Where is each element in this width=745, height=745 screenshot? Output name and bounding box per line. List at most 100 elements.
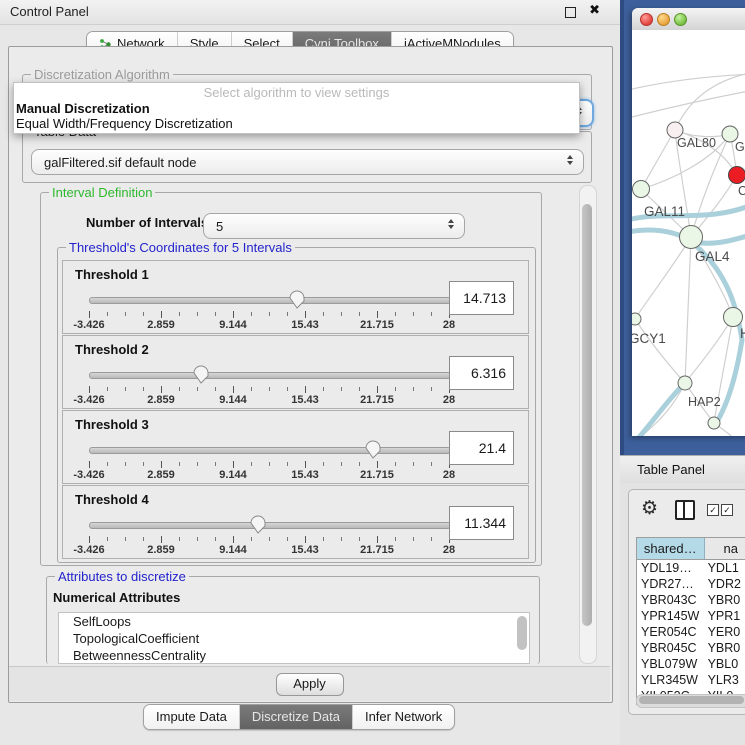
tick-mark [107, 312, 108, 316]
slider-scale: -3.4262.8599.14415.4321.71528 [89, 544, 449, 556]
cell-shared-name[interactable]: YDL19… [637, 560, 704, 576]
tick-mark [359, 462, 360, 466]
table-row[interactable]: YER054CYER0 [637, 624, 745, 640]
column-header-shared-name[interactable]: shared… [637, 538, 705, 559]
cell-shared-name[interactable]: YBL079W [637, 656, 704, 672]
slider-track[interactable] [89, 447, 451, 454]
cell-shared-name[interactable]: YLR345W [637, 672, 704, 688]
slider-thumb[interactable] [250, 515, 266, 534]
attribute-list-item[interactable]: SelfLoops [59, 613, 529, 630]
apply-button[interactable]: Apply [276, 673, 344, 696]
table-row[interactable]: YBR043CYBR0 [637, 592, 745, 608]
tab-discretize-data[interactable]: Discretize Data [239, 705, 352, 729]
checkbox-icon-1[interactable]: ✓ [707, 504, 719, 516]
cell-name[interactable]: YBL0 [704, 656, 745, 672]
numerical-attributes-list[interactable]: SelfLoopsTopologicalCoefficientBetweenne… [58, 612, 530, 664]
table-row[interactable]: YPR145WYPR1 [637, 608, 745, 624]
network-window-titlebar[interactable] [632, 8, 745, 31]
threshold-4-value-field[interactable]: 11.344 [449, 506, 514, 540]
dropdown-option-equal-width[interactable]: Equal Width/Frequency Discretization [14, 116, 579, 131]
node-right-h[interactable] [724, 308, 743, 327]
threshold-2-value-field[interactable]: 6.316 [449, 356, 514, 390]
table-row[interactable]: YDR27…YDR2 [637, 576, 745, 592]
tick-mark [197, 312, 198, 316]
cell-shared-name[interactable]: YER054C [637, 624, 704, 640]
tick-mark [251, 312, 252, 316]
table-row[interactable]: YBL079WYBL0 [637, 656, 745, 672]
checkbox-icon-2[interactable]: ✓ [721, 504, 733, 516]
slider-track[interactable] [89, 297, 451, 304]
cell-name[interactable]: YPR1 [704, 608, 745, 624]
node-bottom[interactable] [708, 417, 720, 429]
slider-thumb[interactable] [289, 290, 305, 309]
node-hap2[interactable] [678, 376, 692, 390]
minimize-traffic-light[interactable] [657, 13, 670, 26]
threshold-4-slider[interactable] [89, 514, 449, 536]
tick-mark [89, 461, 90, 468]
dropdown-hint-item: Select algorithm to view settings [14, 83, 579, 101]
slider-track[interactable] [89, 522, 451, 529]
attribute-list-item[interactable]: BetweennessCentrality [59, 647, 529, 664]
panel-title: Control Panel [10, 4, 89, 19]
table-row[interactable]: YBR045CYBR0 [637, 640, 745, 656]
threshold-3-value-field[interactable]: 21.4 [449, 431, 514, 465]
cell-name[interactable]: YLR3 [704, 672, 745, 688]
close-icon[interactable]: ✖ [589, 3, 600, 18]
tick-mark [107, 387, 108, 391]
number-of-intervals-spinner[interactable]: 5 [203, 213, 465, 239]
column-header-name[interactable]: na [705, 538, 745, 559]
threshold-1-slider[interactable] [89, 289, 449, 311]
gear-icon[interactable]: ⚙ [641, 497, 658, 519]
columns-icon[interactable] [675, 500, 695, 520]
tab-infer-network[interactable]: Infer Network [352, 705, 454, 729]
cell-shared-name[interactable]: YBR045C [637, 640, 704, 656]
dropdown-option-manual[interactable]: Manual Discretization [14, 101, 579, 116]
cell-name[interactable]: YDR2 [704, 576, 745, 592]
network-canvas[interactable]: GAL80 GA C GAL11 GAL4 GCY1 H HAP2 [632, 30, 745, 436]
list-scrollbar-thumb[interactable] [517, 616, 527, 650]
tick-mark [143, 387, 144, 391]
zoom-traffic-light[interactable] [674, 13, 687, 26]
table-data-combobox[interactable]: galFiltered.sif default node [31, 149, 584, 175]
settings-vertical-scrollbar[interactable] [579, 185, 597, 664]
table-row[interactable]: YDL19…YDL1 [637, 560, 745, 576]
tick-mark [233, 311, 234, 318]
bottom-tab-bar: Impute Data Discretize Data Infer Networ… [143, 704, 455, 730]
slider-track[interactable] [89, 372, 451, 379]
table-row[interactable]: YLR345WYLR3 [637, 672, 745, 688]
cell-shared-name[interactable]: YPR145W [637, 608, 704, 624]
slider-ticks [89, 311, 449, 319]
network-nodes[interactable] [632, 122, 745, 429]
tick-mark [359, 537, 360, 541]
cell-name[interactable]: YDL1 [704, 560, 745, 576]
table-horizontal-scrollbar[interactable] [636, 694, 745, 708]
node-red-selected[interactable] [729, 167, 745, 184]
cell-name[interactable]: YBR0 [704, 640, 745, 656]
cell-name[interactable]: YER0 [704, 624, 745, 640]
float-window-icon[interactable] [565, 7, 576, 18]
tick-mark [305, 536, 306, 543]
tick-mark [287, 312, 288, 316]
threshold-1-value-field[interactable]: 14.713 [449, 281, 514, 315]
node-gal11[interactable] [633, 181, 650, 198]
slider-thumb[interactable] [365, 440, 381, 459]
scrollbar-thumb[interactable] [639, 696, 744, 704]
threshold-2-slider[interactable] [89, 364, 449, 386]
tick-mark [323, 312, 324, 316]
label-partial-red: C [738, 184, 745, 198]
cell-shared-name[interactable]: YDR27… [637, 576, 704, 592]
label-gal80: GAL80 [677, 136, 716, 150]
cell-shared-name[interactable]: YBR043C [637, 592, 704, 608]
node-gal4[interactable] [680, 226, 703, 249]
close-traffic-light[interactable] [640, 13, 653, 26]
scale-label: -3.426 [73, 319, 104, 331]
attribute-list-item[interactable]: TopologicalCoefficient [59, 630, 529, 647]
tab-impute-data[interactable]: Impute Data [144, 705, 239, 729]
threshold-3-slider[interactable] [89, 439, 449, 461]
slider-thumb[interactable] [193, 365, 209, 384]
scrollbar-thumb[interactable] [582, 204, 592, 626]
tick-mark [143, 537, 144, 541]
cell-name[interactable]: YBR0 [704, 592, 745, 608]
node-gcy1[interactable] [632, 313, 641, 325]
tick-mark [233, 386, 234, 393]
